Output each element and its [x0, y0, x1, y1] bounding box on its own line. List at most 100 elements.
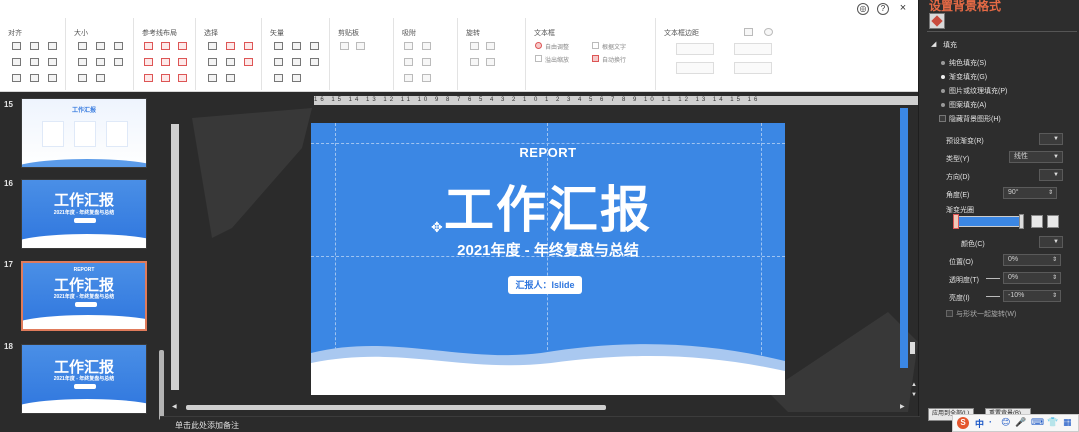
distribute-h-icon[interactable]: [12, 74, 21, 82]
collapse-triangle-icon[interactable]: ◢: [931, 40, 936, 48]
remove-stop-icon[interactable]: [1047, 215, 1059, 228]
align-right-icon[interactable]: [48, 42, 57, 50]
emoji-icon[interactable]: 😊: [1001, 417, 1010, 428]
vector-icon[interactable]: [274, 58, 283, 66]
copy-icon[interactable]: [340, 42, 349, 50]
distribute-v-icon[interactable]: [30, 74, 39, 82]
gradient-fill-label[interactable]: 渐变填充(G): [949, 72, 987, 82]
skin-icon[interactable]: 👕: [1047, 417, 1058, 428]
target-icon[interactable]: ◎: [857, 3, 869, 15]
align-middle-icon[interactable]: [30, 58, 39, 66]
slide-thumbnail-17[interactable]: REPORT 工作汇报 2021年度 - 年终复盘与总结: [21, 261, 147, 331]
fill-tab-icon[interactable]: [929, 13, 945, 29]
help-icon[interactable]: ?: [877, 3, 889, 15]
vertical-scrollbar-thumb[interactable]: [910, 342, 915, 354]
gradient-stop-handle[interactable]: [953, 214, 959, 229]
slide-thumbnail-16[interactable]: 工作汇报 2021年度 - 年终复盘与总结: [21, 179, 147, 249]
align-bottom-icon[interactable]: [48, 58, 57, 66]
picture-fill-radio[interactable]: [941, 89, 945, 93]
flip-icon[interactable]: [486, 58, 495, 66]
solid-fill-label[interactable]: 纯色填充(S): [949, 58, 986, 68]
guide-icon[interactable]: [178, 42, 187, 50]
punctuation-icon[interactable]: ·: [989, 417, 992, 427]
horizontal-scrollbar-thumb[interactable]: [186, 405, 606, 410]
slide-thumbnail-15[interactable]: 工作汇报: [21, 98, 147, 168]
scroll-right-icon[interactable]: ▶: [900, 403, 905, 410]
microphone-icon[interactable]: 🎤: [1015, 417, 1026, 428]
margin-right-input[interactable]: [734, 43, 772, 55]
distribute-icon[interactable]: [48, 74, 57, 82]
slide-subtitle[interactable]: 2021年度 - 年终复盘与总结: [311, 239, 785, 260]
guide-icon[interactable]: [144, 42, 153, 50]
guide-icon[interactable]: [144, 58, 153, 66]
select-icon[interactable]: [226, 74, 235, 82]
snap-icon[interactable]: [404, 42, 413, 50]
gradient-fill-radio[interactable]: [941, 75, 945, 79]
select-icon[interactable]: [244, 42, 253, 50]
thumbnails-scrollbar[interactable]: [159, 350, 164, 420]
picture-fill-label[interactable]: 图片或纹理填充(P): [949, 86, 1007, 96]
preset-gradient-button[interactable]: ▼: [1039, 133, 1063, 145]
guide-icon[interactable]: [144, 74, 153, 82]
slide-title[interactable]: 工作汇报: [311, 170, 785, 242]
select-icon[interactable]: [226, 58, 235, 66]
rotate-icon[interactable]: [486, 42, 495, 50]
guide-icon[interactable]: [161, 42, 170, 50]
transparency-input[interactable]: 0% ⇕: [1003, 272, 1061, 284]
snap-icon[interactable]: [422, 58, 431, 66]
scroll-up-icon[interactable]: ▲: [911, 382, 917, 388]
angle-input[interactable]: 90° ⇕: [1003, 187, 1057, 199]
rotate-with-shape-checkbox[interactable]: [946, 310, 953, 317]
add-stop-icon[interactable]: [1031, 215, 1043, 228]
scroll-left-icon[interactable]: ◀: [172, 403, 177, 410]
align-center-icon[interactable]: [30, 42, 39, 50]
direction-button[interactable]: ▼: [1039, 169, 1063, 181]
vector-icon[interactable]: [274, 42, 283, 50]
notes-placeholder[interactable]: 单击此处添加备注: [175, 420, 239, 431]
refresh-icon[interactable]: [764, 28, 773, 36]
select-icon[interactable]: [208, 42, 217, 50]
snap-icon[interactable]: [422, 74, 431, 82]
vector-icon[interactable]: [274, 74, 283, 82]
flip-icon[interactable]: [470, 58, 479, 66]
paste-icon[interactable]: [356, 42, 365, 50]
type-select[interactable]: 线性 ▼: [1009, 151, 1063, 163]
size-icon[interactable]: [96, 58, 105, 66]
margin-left-input[interactable]: [676, 43, 714, 55]
gradient-stops-bar[interactable]: [953, 216, 1021, 227]
hide-bg-checkbox[interactable]: [939, 115, 946, 122]
guide-icon[interactable]: [161, 74, 170, 82]
guide-icon[interactable]: [161, 58, 170, 66]
vector-icon[interactable]: [292, 74, 301, 82]
select-icon[interactable]: [208, 74, 217, 82]
margin-top-input[interactable]: [676, 62, 714, 74]
vector-icon[interactable]: [310, 42, 319, 50]
gradient-stop-handle[interactable]: [1019, 214, 1024, 229]
rotate-icon[interactable]: [470, 42, 479, 50]
sogou-logo-icon[interactable]: S: [957, 417, 969, 429]
brightness-input[interactable]: -10% ⇕: [1003, 290, 1061, 302]
margin-bottom-input[interactable]: [734, 62, 772, 74]
slide-canvas[interactable]: REPORT 工作汇报 2021年度 - 年终复盘与总结 汇报人：Islide: [311, 123, 785, 395]
size-icon[interactable]: [96, 74, 105, 82]
solid-fill-radio[interactable]: [941, 61, 945, 65]
size-icon[interactable]: [78, 58, 87, 66]
delete-icon[interactable]: [744, 28, 753, 36]
align-top-icon[interactable]: [12, 58, 21, 66]
transparency-slider[interactable]: [986, 278, 1000, 279]
same-height-icon[interactable]: [96, 42, 105, 50]
reporter-tag[interactable]: 汇报人：Islide: [508, 276, 582, 294]
same-size-icon[interactable]: [114, 42, 123, 50]
pattern-fill-label[interactable]: 图案填充(A): [949, 100, 986, 110]
select-icon[interactable]: [226, 42, 235, 50]
free-adjust-radio[interactable]: [535, 42, 542, 49]
vector-icon[interactable]: [310, 58, 319, 66]
by-text-checkbox[interactable]: [592, 42, 599, 49]
overflow-shrink-checkbox[interactable]: [535, 55, 542, 62]
size-icon[interactable]: [114, 58, 123, 66]
close-icon[interactable]: ×: [897, 3, 909, 15]
toolbox-icon[interactable]: ▦: [1063, 417, 1072, 428]
select-icon[interactable]: [244, 58, 253, 66]
align-left-icon[interactable]: [12, 42, 21, 50]
keyboard-icon[interactable]: ⌨: [1031, 417, 1044, 428]
